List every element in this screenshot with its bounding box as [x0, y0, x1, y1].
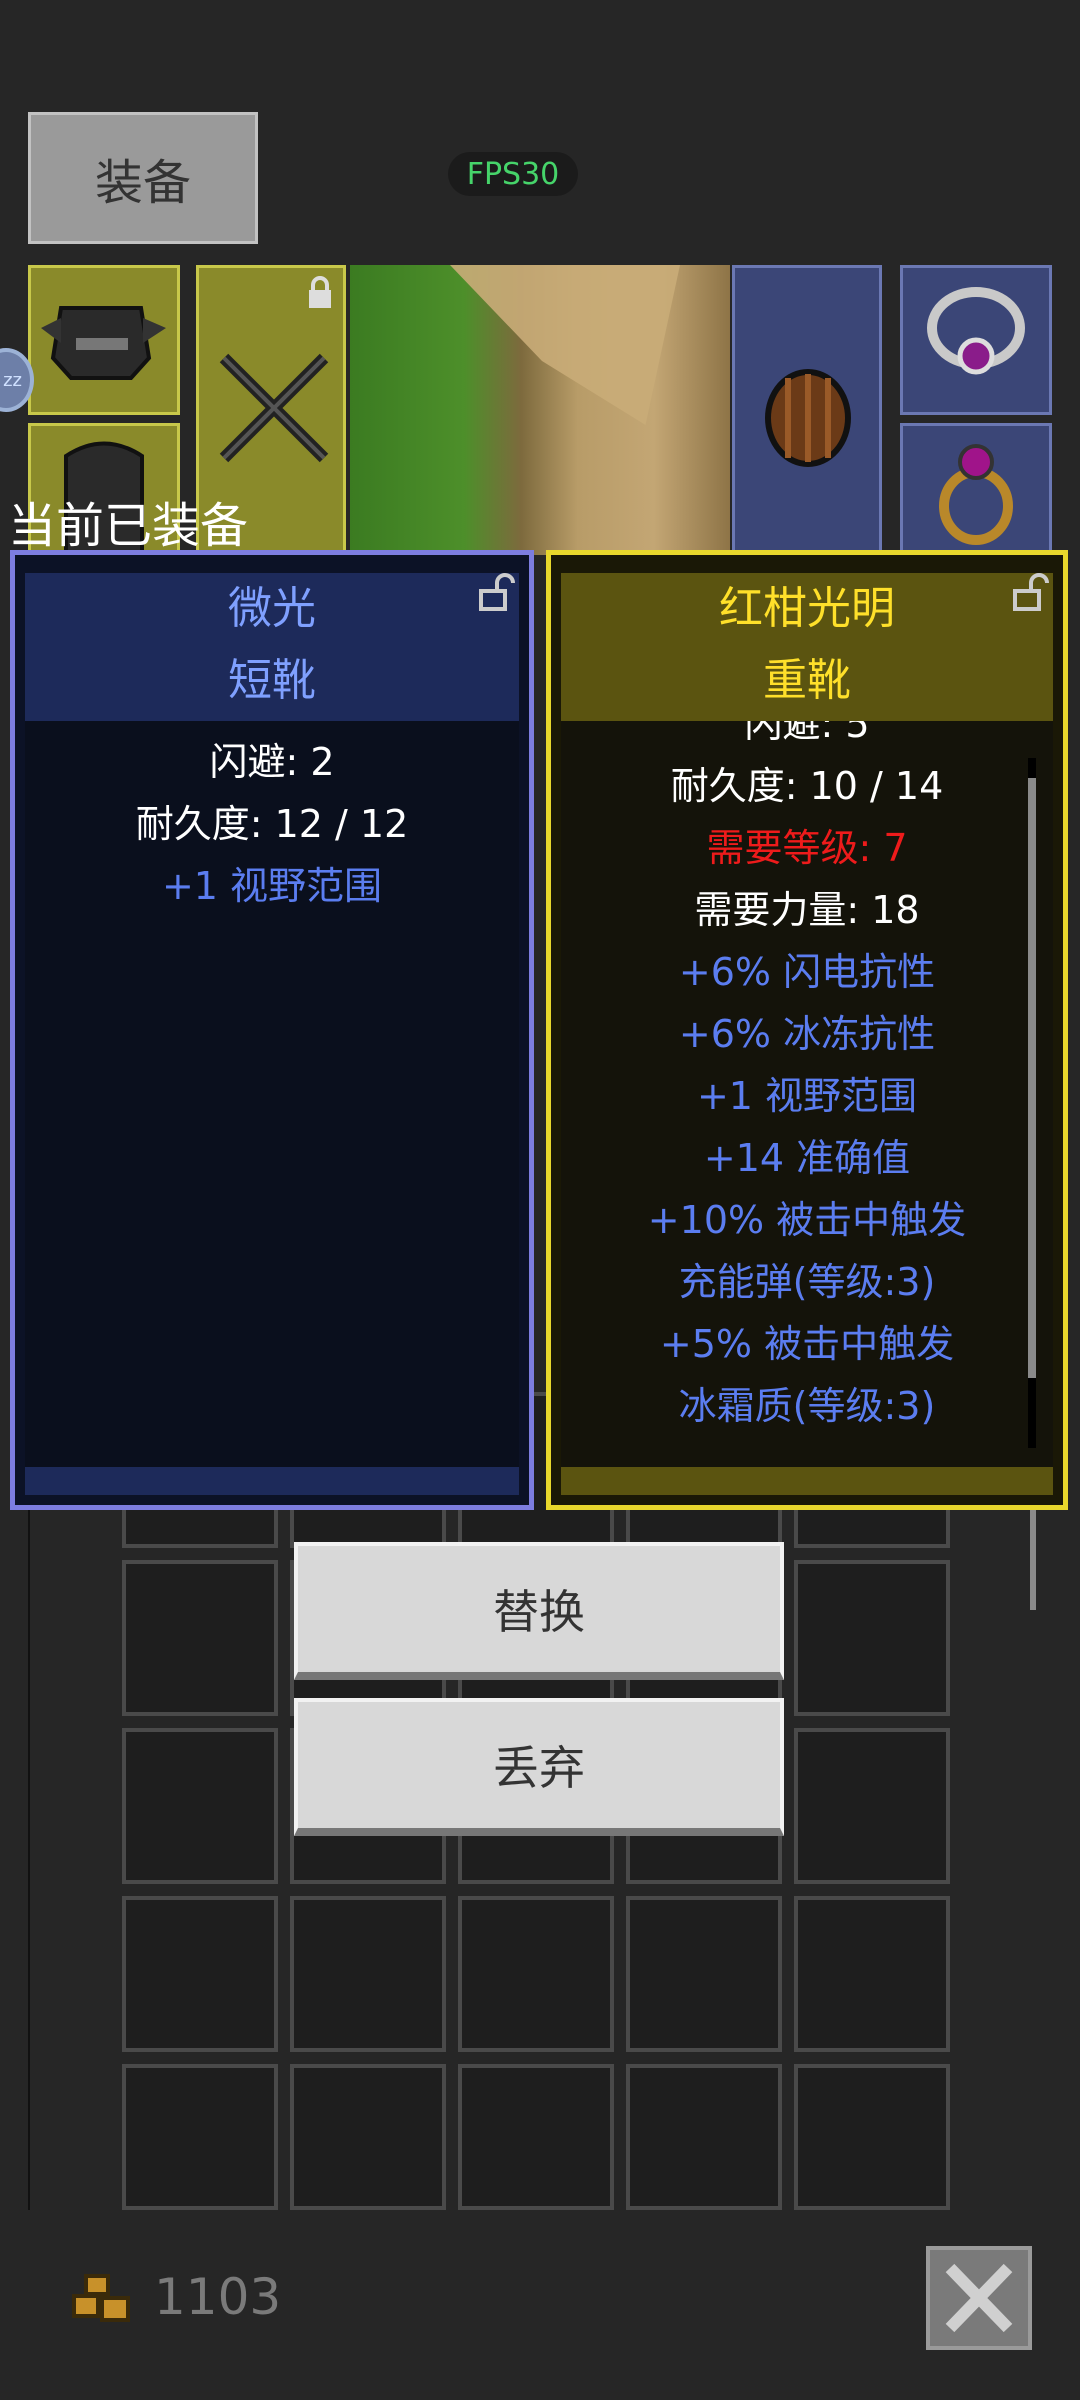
crossed-swords-icon — [219, 353, 329, 463]
stat-line: +10% 被击中触发 — [647, 1198, 967, 1242]
item-title: 红柑光明 重靴 — [561, 573, 1053, 721]
gold-amount: 1103 — [154, 2268, 282, 2326]
item-stats: 闪避: 2 耐久度: 12 / 12 +1 视野范围 — [25, 721, 519, 1481]
inventory-slot[interactable] — [626, 2064, 782, 2210]
item-name-type: 重靴 — [763, 655, 851, 706]
item-title: 微光 短靴 — [25, 573, 519, 721]
lock-icon — [309, 276, 331, 308]
stat-line: 闪避: 2 — [209, 740, 335, 784]
stat-line: 需要力量: 18 — [694, 888, 920, 932]
stat-line: 需要等级: 7 — [706, 826, 908, 870]
equipment-tab[interactable]: 装备 — [28, 112, 258, 244]
item-name-prefix: 微光 — [228, 583, 316, 634]
unlock-icon[interactable] — [475, 573, 515, 613]
stat-line: 耐久度: 10 / 14 — [670, 764, 944, 808]
inventory-slot[interactable] — [290, 1896, 446, 2052]
stat-line: +6% 冰冻抗性 — [678, 1012, 936, 1056]
inventory-slot[interactable] — [122, 1728, 278, 1884]
stats-scrollbar[interactable] — [1028, 758, 1036, 1448]
close-icon — [945, 2263, 1013, 2333]
stats-scrollbar-thumb[interactable] — [1028, 778, 1036, 1378]
new-item-panel: 红柑光明 重靴 闪避: 5 耐久度: 10 / 14 需要等级: 7 需要力量:… — [546, 550, 1068, 1510]
panel-footer — [25, 1467, 519, 1495]
current-item-panel: 微光 短靴 闪避: 2 耐久度: 12 / 12 +1 视野范围 — [10, 550, 534, 1510]
fps-counter: FPS30 — [448, 152, 578, 196]
inventory-slot[interactable] — [290, 2064, 446, 2210]
ring-icon — [939, 444, 1013, 545]
inventory-scrollbar[interactable] — [1030, 1510, 1036, 1610]
helmet-slot[interactable] — [28, 265, 180, 415]
unlock-icon[interactable] — [1009, 573, 1049, 613]
stat-line: +1 视野范围 — [161, 864, 383, 908]
close-button[interactable] — [926, 2246, 1032, 2350]
replace-button[interactable]: 替换 — [294, 1542, 784, 1680]
stat-line: 冰霜质(等级:3) — [678, 1384, 936, 1428]
inventory-slot[interactable] — [794, 1896, 950, 2052]
item-name-type: 短靴 — [228, 655, 316, 706]
inventory-slot[interactable] — [458, 2064, 614, 2210]
stat-line: +1 视野范围 — [696, 1074, 918, 1118]
drop-button[interactable]: 丢弃 — [294, 1698, 784, 1836]
inventory-slot[interactable] — [458, 1896, 614, 2052]
inventory-slot[interactable] — [122, 1560, 278, 1716]
inventory-slot[interactable] — [626, 1896, 782, 2052]
currently-equipped-label: 当前已装备 — [8, 498, 249, 554]
ring-slot[interactable] — [900, 423, 1052, 555]
inventory-slot[interactable] — [122, 1896, 278, 2052]
helmet-icon — [41, 306, 166, 380]
item-stats-scroll[interactable]: 闪避: 5 耐久度: 10 / 14 需要等级: 7 需要力量: 18 +6% … — [561, 721, 1053, 1481]
offhand-slot[interactable] — [732, 265, 882, 555]
game-scene-preview — [350, 265, 730, 555]
inventory-slot[interactable] — [794, 1728, 950, 1884]
stat-line: +14 准确值 — [703, 1136, 911, 1180]
gold-pile-icon — [72, 2274, 130, 2322]
stat-line: +5% 被击中触发 — [659, 1322, 955, 1366]
amulet-slot[interactable] — [900, 265, 1052, 415]
stat-line: +6% 闪电抗性 — [678, 950, 936, 994]
inventory-slot[interactable] — [794, 1560, 950, 1716]
stat-line: 耐久度: 12 / 12 — [135, 802, 409, 846]
stat-line: 充能弹(等级:3) — [678, 1260, 936, 1304]
panel-footer — [561, 1467, 1053, 1495]
inventory-slot[interactable] — [794, 2064, 950, 2210]
inventory-slot[interactable] — [122, 2064, 278, 2210]
round-shield-icon — [765, 369, 851, 467]
amulet-icon — [927, 287, 1025, 375]
item-name-prefix: 红柑光明 — [719, 583, 895, 634]
stat-line: 闪避: 5 — [744, 721, 870, 746]
